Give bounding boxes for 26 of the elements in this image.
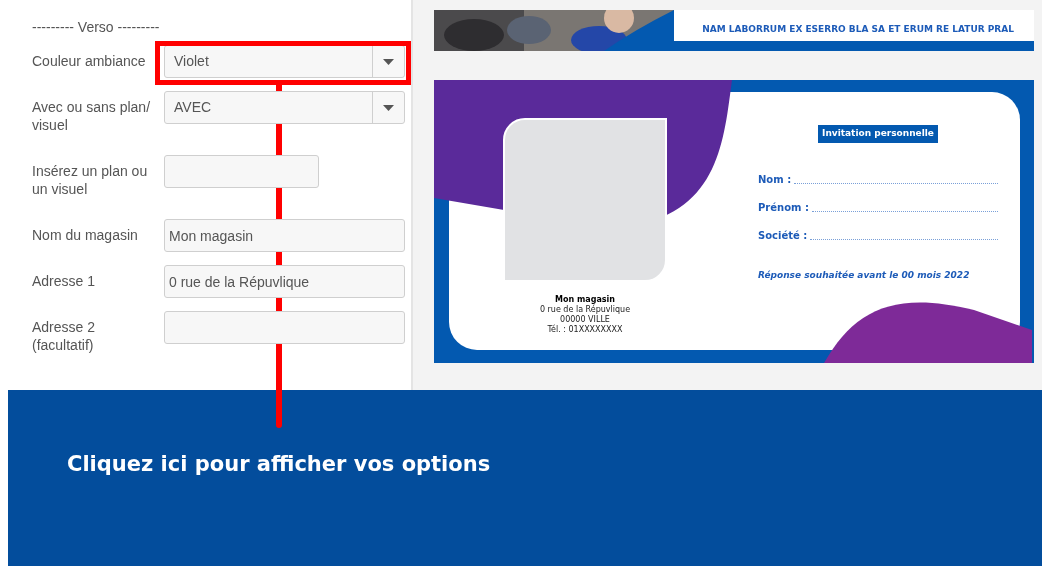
store-name: Mon magasin xyxy=(555,295,615,305)
select-field[interactable]: AVEC xyxy=(164,91,405,124)
hint-text: Cliquez ici pour afficher vos options xyxy=(67,452,491,476)
form-label: Prénom : xyxy=(758,200,809,215)
card-text: NAM LABORRUM EX ESERRO BLA SA ET ERUM RE LATUR PRAL xyxy=(702,23,1014,35)
upload-field[interactable] xyxy=(164,155,319,188)
field-label: Avec ou sans plan/ visuel xyxy=(32,98,152,135)
field-label: Insérez un plan ou un visuel xyxy=(32,162,149,199)
field-label: Couleur ambiance xyxy=(32,52,147,71)
input-field[interactable] xyxy=(164,311,405,344)
input-field[interactable]: Mon magasin xyxy=(164,219,405,252)
invitation-title: Invitation personnelle xyxy=(818,125,938,143)
caret-icon xyxy=(383,104,394,111)
address-line: 00000 VILLE xyxy=(560,315,610,325)
form-label: Nom : xyxy=(758,172,792,187)
form-label: Société : xyxy=(758,228,808,243)
select-field[interactable]: Violet xyxy=(164,45,405,78)
field-label: Adresse 1 xyxy=(32,272,97,291)
section-title: --------- Verso --------- xyxy=(32,18,161,36)
field-label: Nom du magasin xyxy=(32,226,139,245)
reply-note: Réponse souhaitée avant le 00 mois 2022 xyxy=(758,268,971,282)
field-label: Adresse 2 (facultatif) xyxy=(32,318,97,355)
address-line: 0 rue de la Répuvlique xyxy=(539,305,631,315)
input-field[interactable]: 0 rue de la Répuvlique xyxy=(164,265,405,298)
address-line: Tél. : 01XXXXXXXX xyxy=(547,325,623,335)
caret-icon xyxy=(383,58,394,65)
